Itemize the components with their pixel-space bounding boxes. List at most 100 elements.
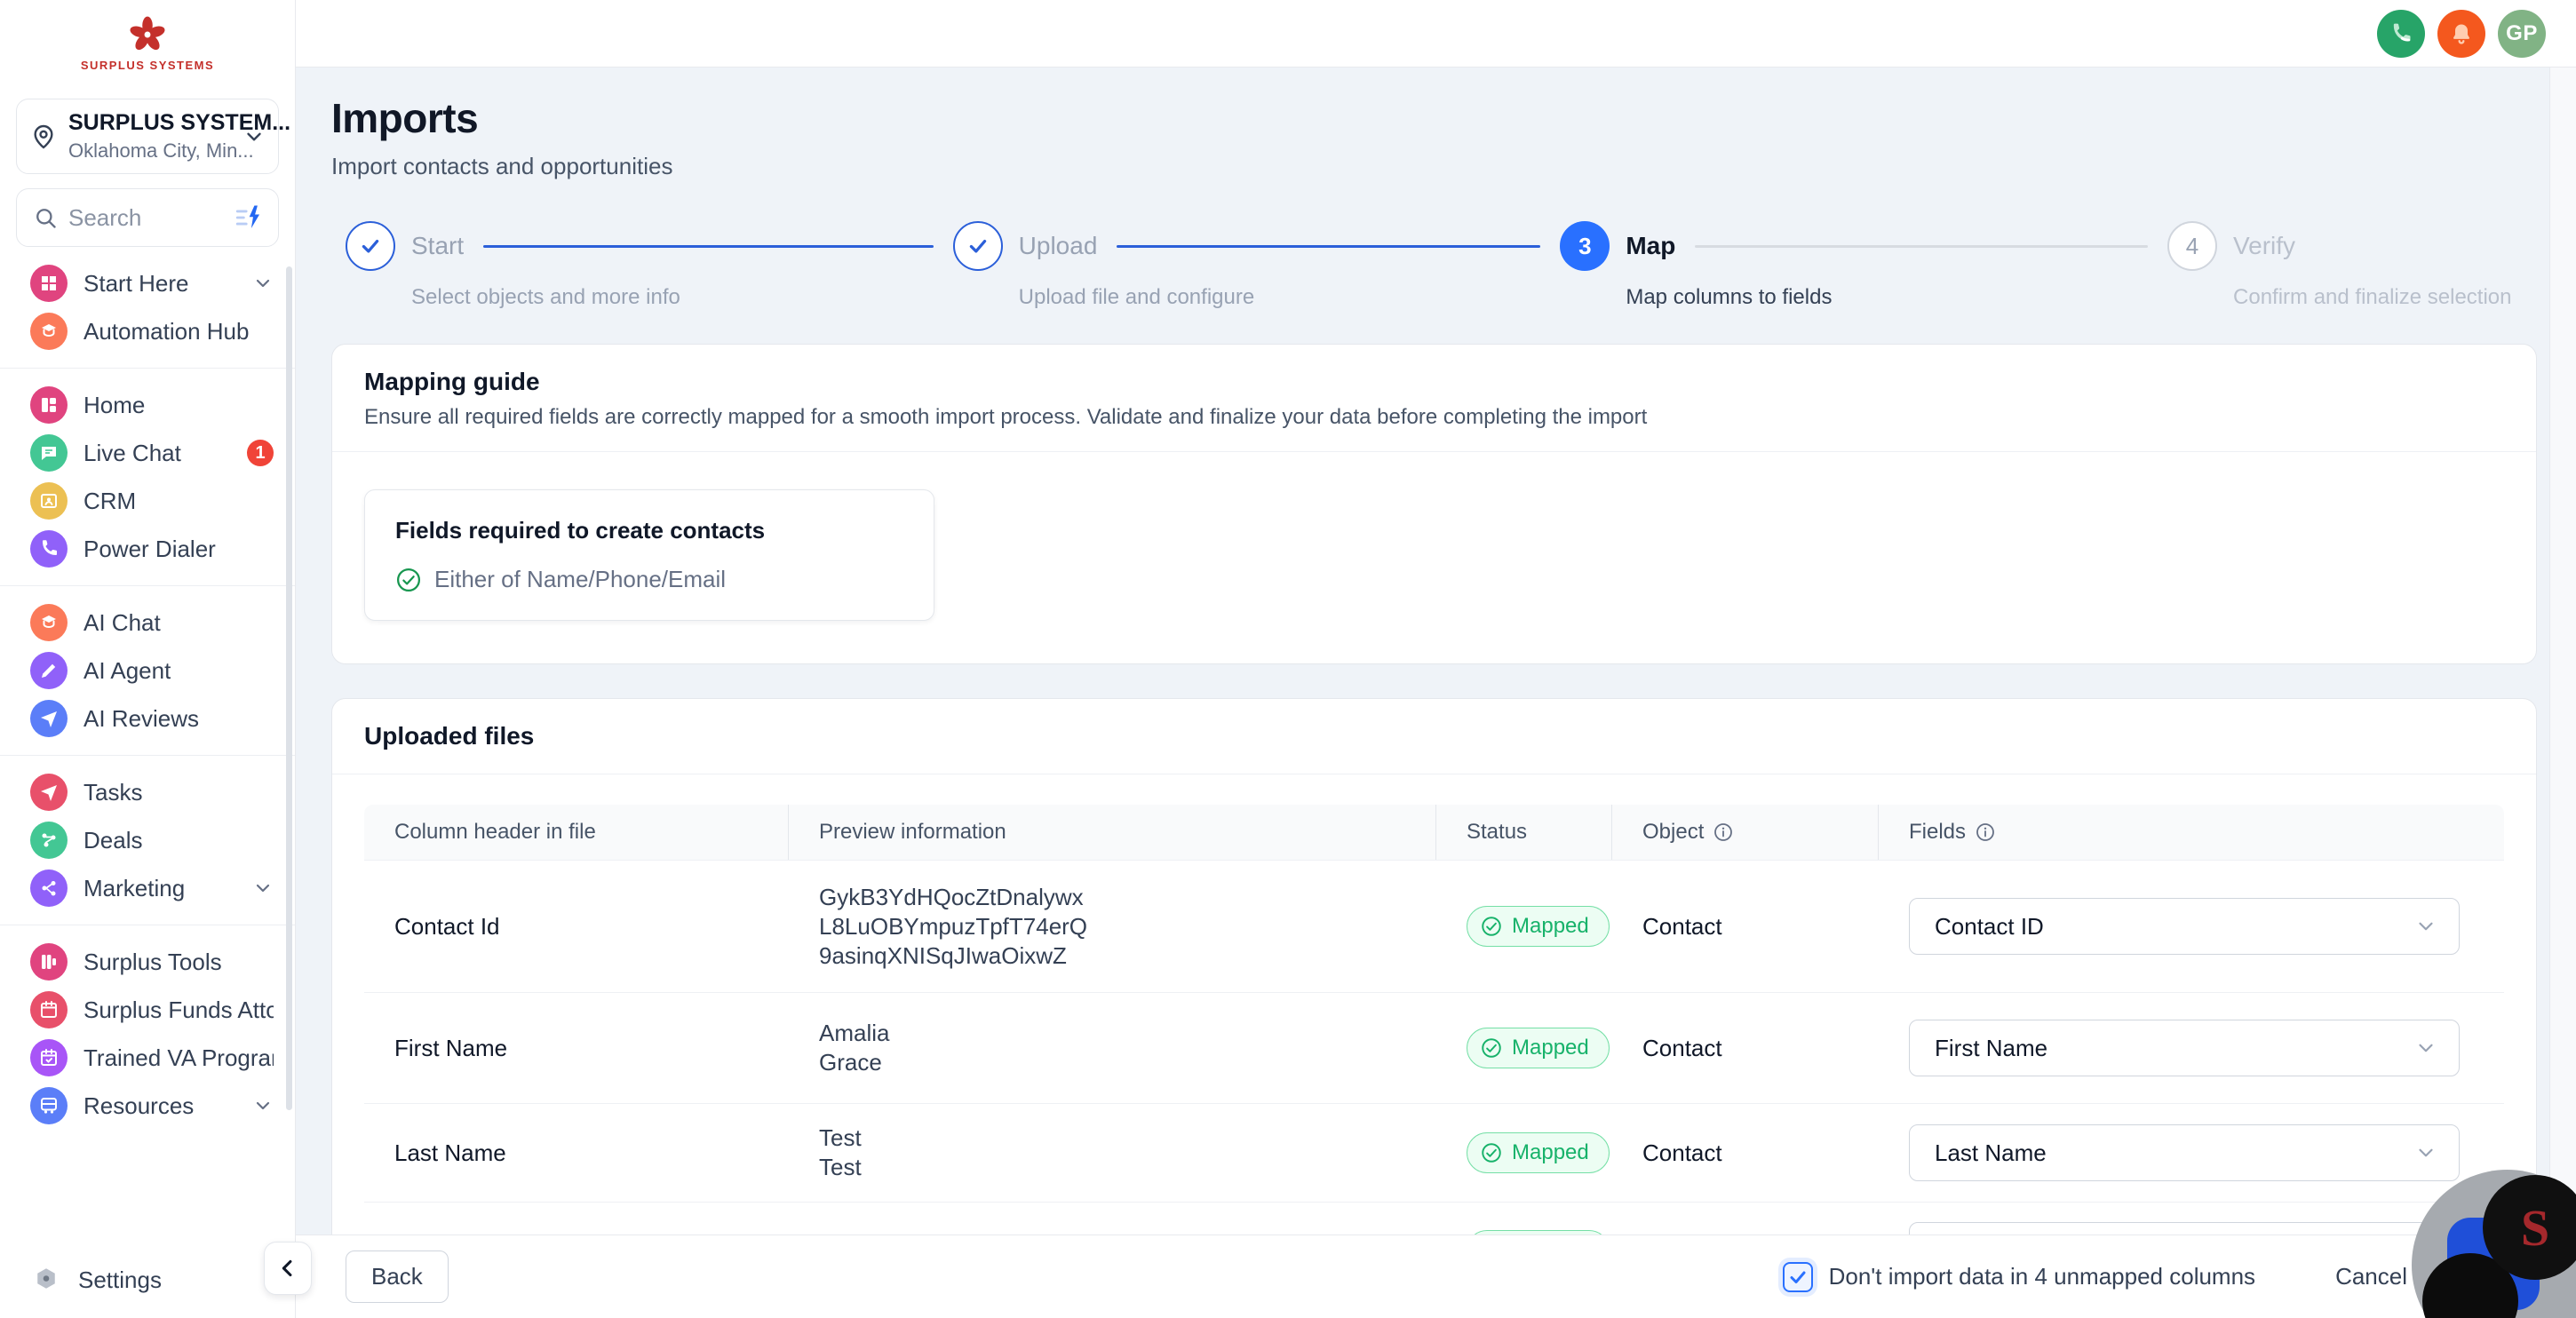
sidebar-item-label: Tasks [83, 778, 143, 806]
user-avatar[interactable]: GP [2498, 9, 2546, 58]
sidebar-item-label: Surplus Tools [83, 948, 222, 975]
skip-unmapped-checkbox[interactable] [1782, 1261, 1813, 1292]
sidebar-item-label: Surplus Funds Attorn... [83, 996, 274, 1023]
preview-line: GykB3YdHQocZtDnalywx [819, 883, 1084, 910]
sidebar-item-label: Marketing [83, 874, 186, 901]
sidebar-item-home[interactable]: Home [0, 381, 295, 429]
fields-cell: First Name [1879, 993, 2504, 1103]
field-select[interactable]: Last Name [1909, 1124, 2460, 1181]
table-row: Last Name Test Test Mapped Contact Last … [364, 1103, 2504, 1202]
location-switcher[interactable]: SURPLUS SYSTEM... Oklahoma City, Min... [16, 99, 290, 174]
chat-brand-initial: S [2520, 1198, 2550, 1257]
pinwheel-logo-icon [130, 16, 165, 51]
sidebar-collapse-button[interactable] [264, 1242, 312, 1295]
phone-button[interactable] [2377, 9, 2425, 58]
check-icon [362, 239, 379, 253]
check-circle-icon [1482, 917, 1501, 936]
sidebar-item-resources[interactable]: Resources [0, 1082, 295, 1130]
fields-cell: Business Name [1879, 1203, 2504, 1235]
table-header-row: Column header in file Preview informatio… [364, 805, 2504, 860]
uploaded-files-card: Uploaded files Column header in file Pre… [331, 698, 2537, 1235]
preview-line: 9asinqXNISqJIwaOixwZ [819, 941, 1067, 969]
search-box[interactable] [16, 188, 279, 247]
send-icon [30, 700, 68, 737]
id-card-icon [30, 482, 68, 520]
sidebar-item-label: AI Agent [83, 656, 171, 684]
sidebar-scrollbar[interactable] [286, 266, 292, 1110]
sidebar-item-ai-reviews[interactable]: AI Reviews [0, 695, 295, 742]
column-header-label: Fields [1909, 820, 1967, 844]
automation-icon [30, 604, 68, 641]
preview-line: Test [819, 1124, 862, 1151]
notifications-button[interactable] [2437, 9, 2485, 58]
divider [0, 585, 295, 586]
sidebar-item-deals[interactable]: Deals [0, 816, 295, 864]
sidebar-item-power-dialer[interactable]: Power Dialer [0, 525, 295, 573]
sidebar-item-ai-agent[interactable]: AI Agent [0, 647, 295, 695]
divider [0, 368, 295, 369]
step-check-circle [952, 221, 1003, 271]
sidebar-item-surplus-funds[interactable]: Surplus Funds Attorn... [0, 986, 295, 1034]
object-cell: Contact [1642, 1139, 1722, 1166]
preview-line: Test [819, 1154, 862, 1180]
field-select[interactable]: First Name [1909, 1020, 2460, 1076]
status-badge: Mapped [1467, 1132, 1610, 1173]
pencil-icon [30, 652, 68, 689]
status-label: Mapped [1512, 914, 1589, 938]
app-window: GP SURPLUS SYSTEMS SURPLUS SYSTEM... Okl… [0, 0, 2576, 1318]
search-icon [36, 209, 56, 228]
sidebar-item-ai-chat[interactable]: AI Chat [0, 599, 295, 647]
page-scrollbar-gutter[interactable] [2549, 67, 2576, 1235]
step-label: Start [411, 232, 465, 259]
field-select[interactable]: Business Name [1909, 1222, 2460, 1235]
cancel-button[interactable]: Cancel [2335, 1263, 2407, 1290]
topbar: GP [296, 0, 2576, 67]
brand-logo: SURPLUS SYSTEMS [0, 0, 295, 72]
phone-icon [30, 530, 68, 568]
column-header: Object [1612, 805, 1879, 860]
status-label: Mapped [1512, 1036, 1589, 1060]
sidebar-item-marketing[interactable]: Marketing [0, 864, 295, 912]
sidebar-item-live-chat[interactable]: Live Chat 1 [0, 429, 295, 477]
search-input[interactable] [68, 203, 223, 232]
sidebar-item-automation-hub[interactable]: Automation Hub [0, 307, 295, 355]
field-select-value: Contact ID [1935, 912, 2044, 940]
bus-icon [30, 1087, 68, 1124]
step-label: Upload [1018, 232, 1098, 259]
sidebar-item-label: Settings [78, 1266, 162, 1293]
file-column-name: Last Name [394, 1139, 506, 1166]
info-icon[interactable] [1975, 822, 1996, 843]
sidebar-item-tasks[interactable]: Tasks [0, 768, 295, 816]
step-verify: 4 Verify Confirm and finalize selection [2167, 221, 2523, 310]
chat-launcher[interactable]: S [2412, 1170, 2576, 1318]
sidebar-nav: Start Here Automation Hub Home Live Chat… [0, 259, 295, 1130]
mapping-guide-title: Mapping guide [364, 368, 540, 395]
back-button[interactable]: Back [346, 1251, 449, 1303]
grid-icon [30, 265, 68, 302]
sidebar-item-crm[interactable]: CRM [0, 477, 295, 525]
quick-actions-icon[interactable] [234, 202, 264, 233]
column-header-label: Object [1642, 820, 1705, 844]
step-start: Start Select objects and more info [346, 221, 953, 310]
sidebar-item-trained-va[interactable]: Trained VA Program [0, 1034, 295, 1082]
table-row: First Name Amalia Grace Mapped Contact F… [364, 992, 2504, 1103]
sidebar-item-label: Live Chat [83, 439, 181, 466]
check-circle-icon [1482, 1143, 1501, 1163]
nodes-icon [30, 822, 68, 859]
column-header: Column header in file [364, 805, 789, 860]
info-icon[interactable] [1713, 822, 1734, 843]
file-column-name: First Name [394, 1034, 508, 1061]
chevron-down-icon [256, 1101, 270, 1110]
preview-cell: Test Test [789, 1104, 1436, 1202]
status-cell: Mapped [1436, 1104, 1612, 1202]
sidebar-item-settings[interactable]: Settings [0, 1256, 295, 1304]
preview-line: Amalia [819, 1020, 890, 1046]
sidebar-item-start-here[interactable]: Start Here [0, 259, 295, 307]
field-select-value: Last Name [1935, 1139, 2047, 1166]
step-number-circle: 4 [2167, 221, 2218, 271]
share-nodes-icon [30, 869, 68, 907]
column-header: Status [1436, 805, 1612, 860]
fields-cell: Last Name [1879, 1104, 2504, 1202]
sidebar-item-surplus-tools[interactable]: Surplus Tools [0, 938, 295, 986]
field-select[interactable]: Contact ID [1909, 898, 2460, 955]
